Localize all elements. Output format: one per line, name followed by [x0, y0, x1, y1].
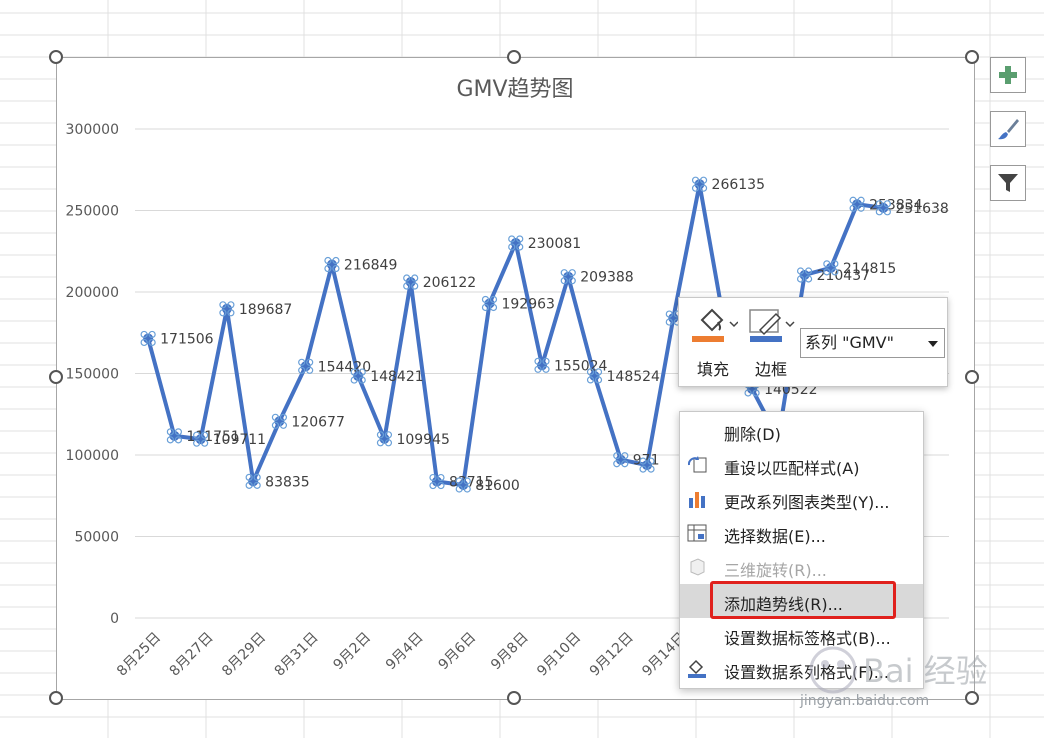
context-menu-item: 三维旋转(R)... — [680, 550, 923, 584]
data-label[interactable]: 206122 — [423, 275, 476, 291]
fill-button[interactable]: 填充 — [688, 306, 738, 380]
chart-type-icon — [686, 489, 708, 509]
chart-elements-button[interactable] — [990, 57, 1026, 93]
highlight-annotation — [710, 581, 896, 619]
context-menu-item[interactable]: 删除(D) — [680, 414, 923, 448]
border-button[interactable]: 边框 — [746, 306, 796, 380]
data-label[interactable]: 148421 — [370, 369, 423, 385]
svg-text:Bai 经验: Bai 经验 — [863, 652, 988, 690]
data-point[interactable] — [245, 473, 261, 489]
resize-handle-middle-left[interactable] — [49, 370, 63, 384]
chart-filters-button[interactable] — [990, 165, 1026, 201]
data-label[interactable]: 109945 — [396, 432, 449, 448]
context-menu-item-label: 删除(D) — [724, 425, 781, 444]
filter-icon — [998, 174, 1018, 192]
data-label[interactable]: 192963 — [501, 296, 554, 312]
data-point[interactable] — [560, 269, 576, 285]
data-label[interactable]: 83835 — [265, 474, 310, 490]
data-label[interactable]: 189687 — [239, 302, 292, 318]
chart-title[interactable]: GMV趋势图 — [456, 77, 573, 102]
context-menu-item-label: 更改系列图表类型(Y)... — [724, 493, 890, 512]
data-label[interactable]: 154420 — [318, 359, 371, 375]
resize-handle-top-middle[interactable] — [507, 50, 521, 64]
format-mini-toolbar: 填充 边框 系列 "GMV" — [678, 297, 948, 387]
x-tick-label: 9月10日 — [534, 630, 584, 680]
border-label: 边框 — [754, 360, 787, 379]
data-point[interactable] — [534, 357, 550, 373]
data-label[interactable]: 155024 — [554, 358, 608, 374]
resize-handle-top-right[interactable] — [965, 50, 979, 64]
data-label[interactable]: 120677 — [291, 414, 344, 430]
x-tick-label: 9月8日 — [488, 630, 532, 674]
data-point[interactable] — [403, 274, 419, 290]
context-menu-item-label: 重设以匹配样式(A) — [724, 459, 860, 478]
data-label[interactable]: 216849 — [344, 258, 397, 274]
x-tick-label: 8月29日 — [219, 630, 269, 680]
y-tick-label: 150000 — [66, 367, 119, 383]
resize-handle-bottom-middle[interactable] — [507, 691, 521, 705]
data-point[interactable] — [691, 176, 708, 192]
x-tick-label: 9月6日 — [435, 630, 479, 674]
resize-handle-bottom-left[interactable] — [49, 691, 63, 705]
data-point[interactable] — [140, 330, 156, 347]
context-menu-item[interactable]: 更改系列图表类型(Y)... — [680, 482, 923, 516]
pencil-icon — [749, 309, 795, 342]
y-tick-label: 250000 — [66, 204, 119, 220]
paintbrush-icon — [998, 119, 1019, 140]
3d-rotate-icon — [686, 557, 708, 577]
paint-bucket-icon — [692, 308, 738, 342]
y-tick-label: 300000 — [66, 122, 119, 138]
data-label[interactable]: 148524 — [607, 369, 661, 385]
resize-handle-top-left[interactable] — [49, 50, 63, 64]
data-label[interactable]: 251638 — [895, 201, 948, 217]
data-point[interactable] — [481, 295, 498, 312]
data-point[interactable] — [376, 431, 393, 447]
data-point[interactable] — [298, 358, 314, 374]
x-tick-label: 8月31日 — [272, 630, 322, 680]
resize-handle-middle-right[interactable] — [965, 370, 979, 384]
x-tick-label: 9月12日 — [587, 630, 637, 680]
chart-styles-button[interactable] — [990, 111, 1026, 147]
data-label[interactable]: 209388 — [580, 270, 633, 286]
y-tick-label: 100000 — [66, 448, 119, 464]
data-label[interactable]: 230081 — [528, 236, 581, 252]
data-label[interactable]: 81600 — [475, 478, 520, 494]
y-tick-label: 0 — [110, 611, 119, 627]
context-menu-item-label: 选择数据(E)... — [724, 527, 826, 546]
data-label[interactable]: 214815 — [843, 261, 896, 277]
x-tick-label: 8月27日 — [167, 630, 217, 680]
data-point[interactable] — [271, 413, 288, 429]
watermark-url: jingyan.baidu.com — [800, 693, 930, 709]
data-point[interactable] — [429, 473, 445, 490]
context-menu-item-label: 三维旋转(R)... — [724, 561, 827, 580]
data-point[interactable] — [219, 301, 235, 317]
series-select-value: 系列 "GMV" — [805, 333, 894, 352]
series-selector-dropdown[interactable]: 系列 "GMV" — [800, 328, 945, 358]
data-point[interactable] — [796, 267, 813, 283]
reset-style-icon — [686, 455, 708, 475]
data-point[interactable] — [849, 196, 865, 212]
plus-icon — [999, 66, 1017, 84]
data-label[interactable]: 109711 — [213, 432, 266, 448]
fill-label: 填充 — [696, 360, 729, 379]
select-data-icon — [686, 523, 708, 543]
format-series-icon — [686, 659, 708, 679]
context-menu-item[interactable]: 选择数据(E)... — [680, 516, 923, 550]
chevron-down-icon — [928, 341, 938, 347]
data-point[interactable] — [166, 428, 182, 444]
y-tick-label: 200000 — [66, 285, 119, 301]
x-tick-label: 9月2日 — [330, 630, 374, 674]
data-point[interactable] — [508, 235, 524, 251]
x-tick-label: 8月25日 — [114, 630, 164, 680]
data-label[interactable]: 266135 — [712, 177, 765, 193]
y-tick-label: 50000 — [74, 530, 119, 546]
data-label[interactable]: 171506 — [160, 331, 214, 347]
context-menu-item[interactable]: 重设以匹配样式(A) — [680, 448, 923, 482]
x-tick-label: 9月4日 — [383, 630, 427, 674]
data-point[interactable] — [324, 256, 340, 273]
